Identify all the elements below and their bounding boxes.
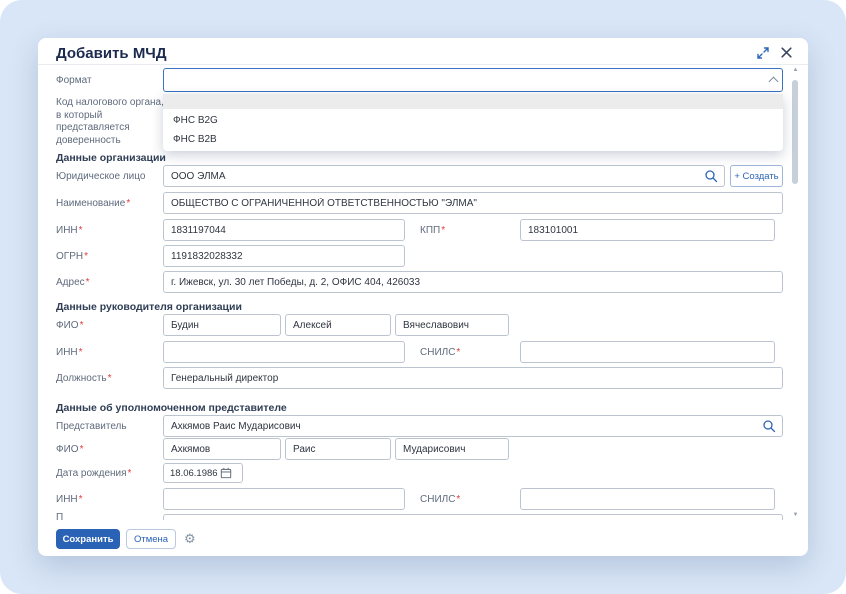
cancel-button[interactable]: Отмена — [126, 529, 176, 549]
name-input[interactable] — [163, 192, 783, 214]
ogrn-label: ОГРН* — [56, 251, 88, 264]
modal-title: Добавить МЧД — [56, 45, 167, 62]
rep-lastname-input[interactable] — [163, 438, 281, 460]
search-icon[interactable] — [704, 169, 718, 188]
head-inn-input[interactable] — [163, 341, 405, 363]
scroll-thumb[interactable] — [792, 80, 798, 184]
clipped-input[interactable] — [163, 514, 783, 520]
rep-inn-label: ИНН* — [56, 494, 83, 507]
tax-authority-label: Код налогового органа, в который предста… — [56, 97, 164, 147]
legal-entity-input[interactable] — [163, 165, 725, 187]
head-firstname-input[interactable] — [285, 314, 391, 336]
scroll-down-arrow[interactable]: ▼ — [791, 511, 800, 520]
rep-fio-label: ФИО* — [56, 444, 83, 457]
address-label: Адрес* — [56, 277, 90, 290]
format-label: Формат — [56, 75, 92, 88]
rep-snils-label: СНИЛС* — [420, 494, 460, 507]
dropdown-option-fns-b2g[interactable]: ФНС B2G — [163, 112, 783, 130]
head-inn-label: ИНН* — [56, 347, 83, 360]
head-snils-input[interactable] — [520, 341, 775, 363]
head-snils-label: СНИЛС* — [420, 347, 460, 360]
birthdate-input[interactable] — [164, 468, 220, 479]
birthdate-label: Дата рождения* — [56, 468, 131, 481]
head-fio-label: ФИО* — [56, 320, 83, 333]
kpp-input[interactable] — [520, 219, 775, 241]
rep-inn-input[interactable] — [163, 488, 405, 510]
clipped-row: П — [38, 510, 790, 520]
legal-entity-label: Юридическое лицо — [56, 171, 145, 184]
expand-icon[interactable] — [756, 46, 770, 60]
settings-gear-icon[interactable]: ⚙ — [184, 529, 196, 549]
position-label: Должность* — [56, 373, 112, 386]
inn-input[interactable] — [163, 219, 405, 241]
rep-middlename-input[interactable] — [395, 438, 509, 460]
head-middlename-input[interactable] — [395, 314, 509, 336]
search-icon[interactable] — [762, 419, 776, 438]
header-divider — [38, 64, 808, 65]
dropdown-option-empty[interactable] — [163, 94, 783, 109]
create-button[interactable]: + Создать — [730, 165, 783, 187]
ogrn-input[interactable] — [163, 245, 405, 267]
representative-label: Представитель — [56, 421, 127, 434]
section-title-representative: Данные об уполномоченном представителе — [56, 402, 287, 414]
address-input[interactable] — [163, 271, 783, 293]
section-title-organization: Данные организации — [56, 152, 166, 164]
head-lastname-input[interactable] — [163, 314, 281, 336]
dropdown-option-fns-b2b[interactable]: ФНС B2B — [163, 131, 783, 149]
scrollbar[interactable]: ▲ ▼ — [790, 66, 801, 520]
format-dropdown: ФНС B2G ФНС B2B — [163, 94, 783, 151]
section-title-head: Данные руководителя организации — [56, 301, 242, 313]
scroll-up-arrow[interactable]: ▲ — [791, 66, 800, 75]
rep-firstname-input[interactable] — [285, 438, 391, 460]
save-button[interactable]: Сохранить — [56, 529, 120, 549]
format-select[interactable] — [163, 68, 783, 92]
clipped-label: П — [56, 512, 63, 520]
add-mchd-modal: Добавить МЧД Формат Код налогового орган… — [38, 38, 808, 556]
inn-label: ИНН* — [56, 225, 83, 238]
rep-snils-input[interactable] — [520, 488, 775, 510]
close-icon[interactable] — [780, 46, 794, 60]
name-label: Наименование* — [56, 198, 130, 211]
calendar-icon[interactable] — [220, 467, 232, 479]
page-background: Добавить МЧД Формат Код налогового орган… — [0, 0, 846, 594]
kpp-label: КПП* — [420, 225, 445, 238]
birthdate-field — [163, 463, 243, 483]
representative-input[interactable] — [163, 415, 783, 437]
position-input[interactable] — [163, 367, 783, 389]
